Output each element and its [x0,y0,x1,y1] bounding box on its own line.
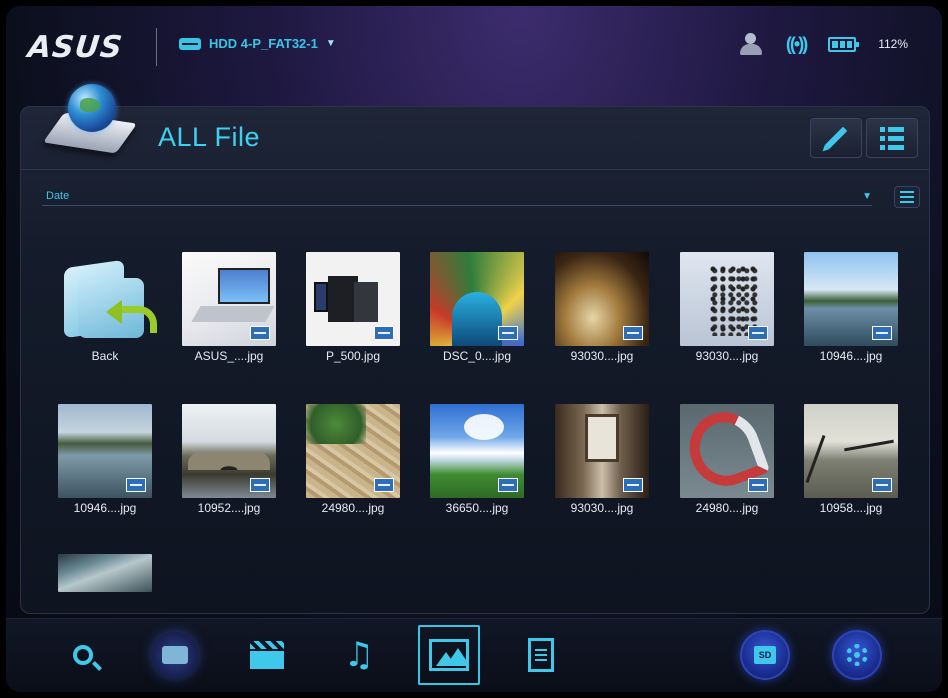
image-type-icon [748,326,768,340]
image-thumbnail [804,404,898,498]
globe-icon [42,84,138,160]
bottom-nav-bar: ♫ SD [6,618,942,692]
file-name: 36650....jpg [445,501,509,515]
image-thumbnail [306,252,400,346]
image-type-icon [623,478,643,492]
image-type-icon [623,326,643,340]
file-name: P_500.jpg [325,349,381,363]
image-thumbnail [680,252,774,346]
app-window: ASUS HDD 4-P_FAT32-1 ▼ ((•)) 112% ALL Fi… [6,6,942,692]
file-name: 10952....jpg [197,501,261,515]
image-type-icon [498,478,518,492]
sort-dropdown[interactable]: Date ▼ [42,190,872,206]
document-icon [528,638,554,672]
battery-percent: 112% [878,37,908,51]
image-type-icon [250,326,270,340]
top-bar: ASUS HDD 4-P_FAT32-1 ▼ ((•)) 112% [6,6,942,86]
image-thumbnail [58,404,152,498]
chevron-down-icon: ▼ [862,191,872,202]
image-type-icon [748,478,768,492]
battery-icon [828,36,860,52]
page-title: ALL File [158,122,261,152]
folder-icon [152,632,198,678]
pencil-icon [824,126,848,150]
back-folder-icon [64,256,157,340]
image-thumbnail [182,404,276,498]
drive-selector[interactable]: HDD 4-P_FAT32-1 ▼ [179,36,336,51]
file-name: ASUS_....jpg [194,349,264,363]
settings-gear-icon [846,644,868,666]
image-thumbnail [306,404,400,498]
image-type-icon [498,326,518,340]
file-name: Back [91,349,119,363]
photo-icon [429,639,469,671]
hard-drive-icon [179,37,201,50]
nav-search[interactable] [52,625,114,685]
image-type-icon [126,478,146,492]
file-name: 24980....jpg [695,501,759,515]
music-icon: ♫ [343,635,375,675]
image-thumbnail [58,554,152,592]
file-name: 24980....jpg [321,501,385,515]
image-thumbnail [555,252,649,346]
nav-sd-card[interactable]: SD [734,625,796,685]
file-name: 10946....jpg [73,501,137,515]
panel-header: ALL File [20,84,930,170]
image-type-icon [374,326,394,340]
sort-label: Date [46,190,70,202]
wireless-signal-icon[interactable]: ((•)) [786,34,808,55]
image-thumbnail [430,252,524,346]
list-view-button[interactable] [866,118,918,158]
image-thumbnail [182,252,276,346]
image-thumbnail [555,404,649,498]
sort-options-button[interactable] [894,186,920,208]
list-icon [880,126,904,150]
nav-document[interactable] [510,625,572,685]
video-icon [250,641,284,669]
header-divider [156,28,157,66]
edit-button[interactable] [810,118,862,158]
header-actions [810,118,918,158]
file-name: 10958....jpg [819,501,883,515]
image-thumbnail [804,252,898,346]
image-thumbnail [680,404,774,498]
status-area: ((•)) 112% [738,32,908,56]
file-name: 93030....jpg [695,349,759,363]
image-type-icon [872,326,892,340]
file-name: 10946....jpg [819,349,883,363]
image-type-icon [250,478,270,492]
file-name: 93030....jpg [570,349,634,363]
image-type-icon [374,478,394,492]
sd-card-icon: SD [754,646,776,664]
nav-photo[interactable] [418,625,480,685]
image-type-icon [872,478,892,492]
file-name: 93030....jpg [570,501,634,515]
image-thumbnail [430,404,524,498]
nav-video[interactable] [236,625,298,685]
chevron-down-icon: ▼ [325,38,336,49]
nav-music[interactable]: ♫ [328,625,390,685]
nav-all-files[interactable] [144,625,206,685]
nav-settings[interactable] [826,625,888,685]
search-icon [73,645,93,665]
file-browser-panel: ALL File Date ▼ Back ASUS_....jpg P_500.… [20,84,930,614]
drive-label: HDD 4-P_FAT32-1 [209,36,318,51]
user-icon[interactable] [738,32,764,56]
asus-logo: ASUS [26,30,125,65]
file-name: DSC_0....jpg [442,349,512,363]
